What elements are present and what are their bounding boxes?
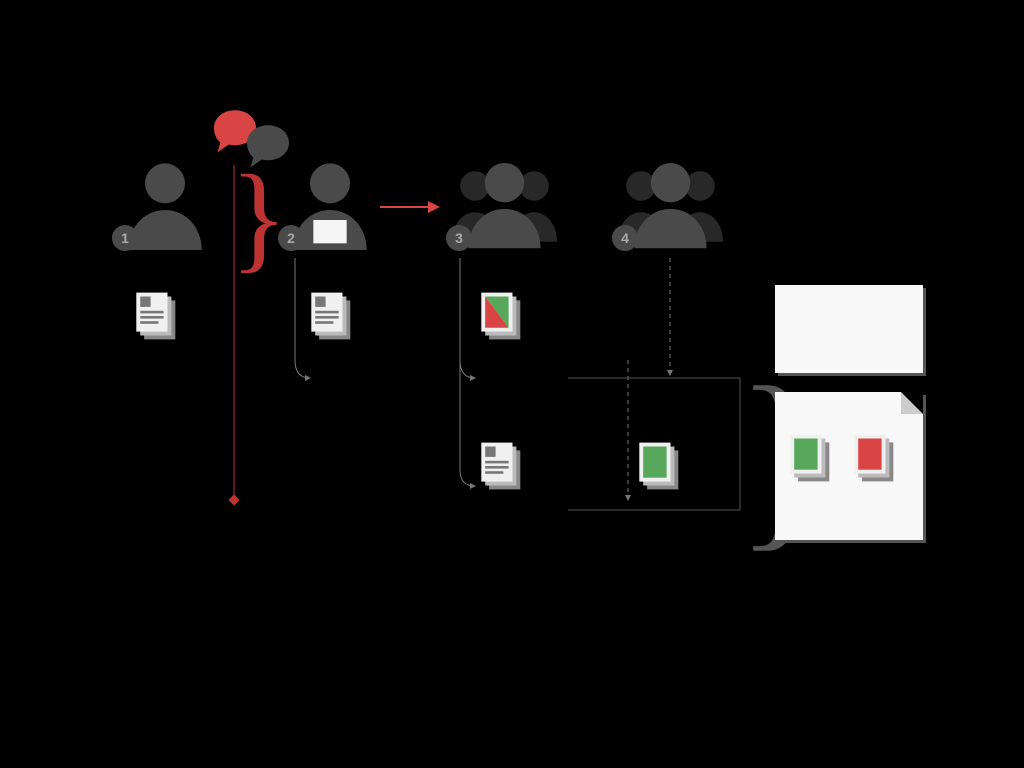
badge-label: 4 [621,230,629,246]
timeline-line [0,0,1024,768]
curly-brace-red-icon: } [230,167,288,267]
badge-label: 1 [121,230,129,246]
document-green-icon [789,432,841,484]
document-stack-icon [310,290,362,342]
document-redgreen-icon [480,290,532,342]
badge-label: 2 [287,230,295,246]
step-badge-2: 2 [278,225,304,251]
document-green-icon [638,440,690,492]
badge-label: 3 [455,230,463,246]
workflow-diagram: 1 2 3 4 } } [0,0,1024,768]
output-page-results [775,392,923,540]
step-badge-4: 4 [612,225,638,251]
step-badge-1: 1 [112,225,138,251]
document-stack-icon [135,290,187,342]
output-page-blank [775,285,923,373]
step-badge-3: 3 [446,225,472,251]
document-stack-icon [480,440,532,492]
arrow-icon [0,0,1024,768]
document-red-icon [853,432,905,484]
